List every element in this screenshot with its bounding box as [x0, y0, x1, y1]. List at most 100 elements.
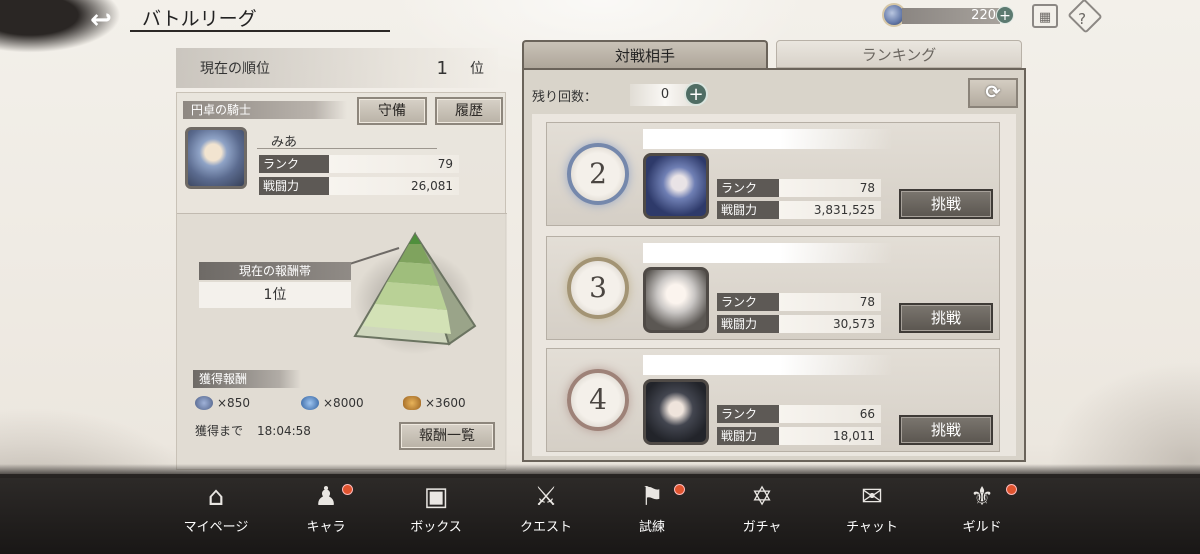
nav-quest[interactable]: ⚔ クエスト [496, 480, 596, 550]
opponent-power-row: 戦闘力 3,831,525 [717, 201, 881, 219]
remaining-add-button[interactable]: + [684, 82, 708, 106]
challenge-button[interactable]: 挑戦 [899, 189, 993, 219]
knight-tag: 円卓の騎士 [183, 101, 347, 119]
notification-badge [342, 484, 353, 495]
nav-mypage[interactable]: ⌂ マイページ [166, 480, 266, 550]
stamina-add-button[interactable]: + [996, 6, 1014, 24]
reward-amount: ×8000 [323, 396, 364, 410]
back-arrow-icon: ↩ [90, 5, 112, 35]
hexagram-icon: ✡ [751, 482, 773, 512]
opponent-power-value: 30,573 [779, 315, 881, 333]
earned-rewards-label: 獲得報酬 [193, 370, 301, 388]
nav-label: マイページ [183, 520, 249, 535]
stamina-value: 220 [902, 8, 1000, 24]
current-rank-label: 現在の順位 [200, 61, 270, 77]
current-rank-unit: 位 [470, 61, 484, 77]
opponent-rank-medal: 3 [567, 257, 629, 319]
flag-icon: ⚑ [640, 482, 664, 512]
opponent-power-row: 戦闘力 30,573 [717, 315, 881, 333]
reward-item: ×3600 [403, 396, 466, 410]
opponent-rank-label: ランク [717, 293, 779, 311]
nav-chat[interactable]: ✉ チャット [822, 480, 922, 550]
opponent-power-label: 戦闘力 [717, 201, 779, 219]
nav-guild[interactable]: ⚜ ギルド [932, 480, 1032, 550]
opponent-name [643, 129, 893, 149]
rewards-list-button[interactable]: 報酬一覧 [399, 422, 495, 450]
nav-characters[interactable]: ♟ キャラ [276, 480, 376, 550]
opponent-card[interactable]: 3 ランク 78 戦闘力 30,573 挑戦 [546, 236, 1000, 340]
opponent-avatar[interactable] [643, 153, 709, 219]
notification-badge [1006, 484, 1017, 495]
home-icon: ⌂ [207, 482, 225, 512]
history-button[interactable]: 履歴 [435, 97, 503, 125]
current-rank-value: 1 [436, 57, 448, 79]
challenge-button[interactable]: 挑戦 [899, 303, 993, 333]
reward-pyramid-icon [337, 231, 477, 346]
opponent-power-label: 戦闘力 [717, 315, 779, 333]
player-rank-value: 79 [329, 155, 459, 173]
notification-badge [674, 484, 685, 495]
opponent-card[interactable]: 4 ランク 66 戦闘力 18,011 挑戦 [546, 348, 1000, 452]
reward-box: 現在の報酬帯 1位 獲得報酬 ×850 ×8000 ×3600 獲得まで 18:0… [177, 213, 507, 469]
player-rank-row: ランク 79 [259, 155, 459, 173]
tab-ranking[interactable]: ランキング [776, 40, 1022, 68]
stamina-crystal-icon [195, 396, 213, 410]
opponent-name [643, 355, 893, 375]
blue-gem-icon [301, 396, 319, 410]
reward-item: ×8000 [301, 396, 364, 410]
refresh-button[interactable]: ⟳ [968, 78, 1018, 108]
gold-ore-icon [403, 396, 421, 410]
opponent-rank-row: ランク 78 [717, 293, 881, 311]
challenge-button[interactable]: 挑戦 [899, 415, 993, 445]
reward-countdown: 獲得まで 18:04:58 [195, 422, 311, 439]
nav-label: ギルド [962, 520, 1002, 535]
player-panel: 円卓の騎士 守備 履歴 みあ ランク 79 戦闘力 26,081 現在の報酬帯 … [176, 92, 507, 470]
characters-icon: ♟ [314, 482, 338, 512]
player-power-label: 戦闘力 [259, 177, 329, 195]
opponent-rank-medal: 4 [567, 369, 629, 431]
reward-item: ×850 [195, 396, 250, 410]
player-rank-label: ランク [259, 155, 329, 173]
nav-trial[interactable]: ⚑ 試練 [602, 480, 702, 550]
opponent-rank-label: ランク [717, 405, 779, 423]
chat-icon: ✉ [861, 482, 883, 512]
opponent-power-value: 18,011 [779, 427, 881, 445]
nav-label: ボックス [410, 520, 462, 535]
opponent-rank-row: ランク 78 [717, 179, 881, 197]
remaining-label: 残り回数： [532, 90, 598, 105]
current-rank-strip: 現在の順位 1 位 [176, 48, 498, 88]
nav-label: チャット [846, 520, 898, 535]
nav-label: キャラ [306, 520, 346, 535]
player-avatar[interactable] [185, 127, 247, 189]
opponent-rank-value: 66 [779, 405, 881, 423]
back-button[interactable]: ↩ [78, 6, 124, 34]
opponent-power-label: 戦闘力 [717, 427, 779, 445]
opponent-name [643, 243, 893, 263]
guild-emblem-icon: ⚜ [970, 482, 994, 512]
nav-label: 試練 [638, 520, 665, 535]
countdown-label: 獲得まで [195, 424, 244, 438]
tab-opponents[interactable]: 対戦相手 [522, 40, 768, 68]
opponent-card[interactable]: 2 ランク 78 戦闘力 3,831,525 挑戦 [546, 122, 1000, 226]
opponent-rank-value: 78 [779, 179, 881, 197]
refresh-icon: ⟳ [985, 82, 1001, 103]
bottom-nav: ⌂ マイページ ♟ キャラ ▣ ボックス ⚔ クエスト ⚑ 試練 ✡ ガチャ ✉… [0, 464, 1200, 554]
nav-label: クエスト [519, 520, 572, 535]
reward-amount: ×3600 [425, 396, 466, 410]
opponent-rank-label: ランク [717, 179, 779, 197]
grid-menu-icon[interactable]: ▦ [1032, 4, 1058, 28]
opponent-avatar[interactable] [643, 379, 709, 445]
opponent-rank-value: 78 [779, 293, 881, 311]
opponent-avatar[interactable] [643, 267, 709, 333]
opponent-power-value: 3,831,525 [779, 201, 881, 219]
defense-button[interactable]: 守備 [357, 97, 427, 125]
opponent-list: 2 ランク 78 戦闘力 3,831,525 挑戦 3 ランク 78 戦闘力 3… [532, 114, 1016, 456]
opponent-rank-medal: 2 [567, 143, 629, 205]
opponent-rank-row: ランク 66 [717, 405, 881, 423]
nav-label: ガチャ [742, 520, 782, 535]
reward-band-label: 現在の報酬帯 [199, 262, 351, 280]
nav-gacha[interactable]: ✡ ガチャ [712, 480, 812, 550]
nav-box[interactable]: ▣ ボックス [386, 480, 486, 550]
opponent-power-row: 戦闘力 18,011 [717, 427, 881, 445]
crossed-swords-icon: ⚔ [534, 482, 558, 512]
